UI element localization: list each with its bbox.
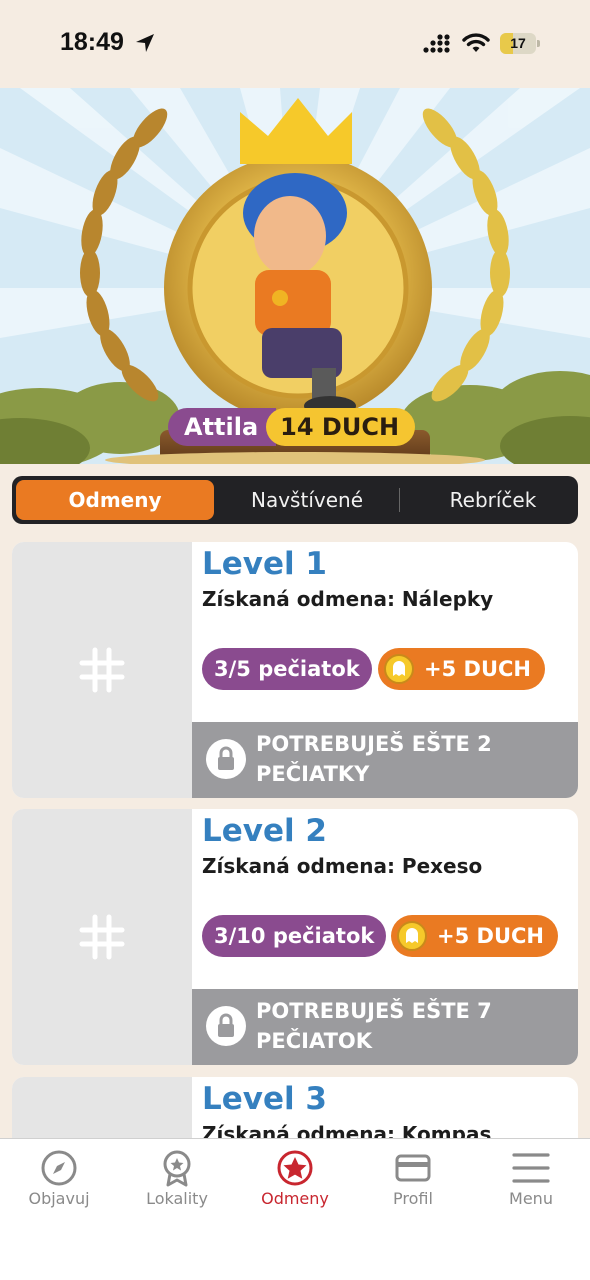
locked-banner: POTREBUJEŠ EŠTE 7 PEČIATOK <box>192 989 578 1065</box>
star-badge-icon <box>277 1150 313 1186</box>
locked-message: POTREBUJEŠ EŠTE 2 PEČIATKY <box>256 732 492 786</box>
nav-label: Odmeny <box>261 1189 329 1208</box>
duch-bonus-badge: +5 DUCH <box>391 915 558 957</box>
level-title: Level 1 <box>202 546 327 582</box>
signal-icon <box>423 34 450 53</box>
status-time: 18:49 <box>60 28 124 56</box>
nav-lokality[interactable]: Lokality <box>118 1149 236 1208</box>
lock-icon <box>206 739 246 779</box>
locked-banner: POTREBUJEŠ EŠTE 2 PEČIATKY <box>192 722 578 798</box>
hash-icon <box>79 647 125 693</box>
lock-icon <box>206 1006 246 1046</box>
stamp-progress-badge: 3/5 pečiatok <box>202 648 372 690</box>
card-icon <box>395 1154 431 1182</box>
nav-label: Objavuj <box>28 1189 90 1208</box>
level-card-2[interactable]: Level 2 Získaná odmena: Pexeso 3/10 peči… <box>12 809 578 1065</box>
locked-message: POTREBUJEŠ EŠTE 7 PEČIATOK <box>256 999 492 1053</box>
user-score-pill: Attila 14 DUCH <box>168 408 416 446</box>
nav-profil[interactable]: Profil <box>354 1149 472 1208</box>
battery-level: 17 <box>510 35 526 51</box>
level-thumbnail <box>12 809 192 1065</box>
ghost-coin-icon <box>397 921 427 951</box>
nav-label: Menu <box>509 1189 553 1208</box>
status-bar: 18:49 17 <box>0 0 590 88</box>
duch-bonus-label: +5 DUCH <box>424 657 531 681</box>
hash-icon <box>79 914 125 960</box>
nav-label: Profil <box>393 1189 433 1208</box>
wifi-icon <box>462 33 490 52</box>
level-title: Level 3 <box>202 1081 327 1117</box>
duch-bonus-label: +5 DUCH <box>437 924 544 948</box>
nav-label: Lokality <box>146 1189 208 1208</box>
level-reward: Získaná odmena: Pexeso <box>202 854 483 878</box>
tab-rebricek[interactable]: Rebríček <box>400 480 586 520</box>
nav-odmeny[interactable]: Odmeny <box>236 1149 354 1208</box>
level-title: Level 2 <box>202 813 327 849</box>
battery-indicator: 17 <box>500 33 540 54</box>
level-reward: Získaná odmena: Nálepky <box>202 587 494 611</box>
level-card-1[interactable]: Level 1 Získaná odmena: Nálepky 3/5 peči… <box>12 542 578 798</box>
compass-icon <box>41 1150 77 1186</box>
user-points: 14 DUCH <box>266 408 416 446</box>
award-icon <box>163 1150 191 1187</box>
segmented-tabs: Odmeny Navštívené Rebríček <box>12 476 578 524</box>
level-thumbnail <box>12 542 192 798</box>
stamp-progress-badge: 3/10 pečiatok <box>202 915 387 957</box>
location-arrow-icon <box>136 34 154 52</box>
ghost-coin-icon <box>384 654 414 684</box>
nav-objavuj[interactable]: Objavuj <box>0 1149 118 1208</box>
user-name: Attila <box>168 408 277 446</box>
bottom-navigation: Objavuj Lokality Odmeny Profil Menu <box>0 1138 590 1280</box>
duch-bonus-badge: +5 DUCH <box>378 648 545 690</box>
tab-navstivene[interactable]: Navštívené <box>214 480 400 520</box>
tab-odmeny[interactable]: Odmeny <box>16 480 214 520</box>
hamburger-icon <box>512 1153 550 1183</box>
nav-menu[interactable]: Menu <box>472 1149 590 1208</box>
